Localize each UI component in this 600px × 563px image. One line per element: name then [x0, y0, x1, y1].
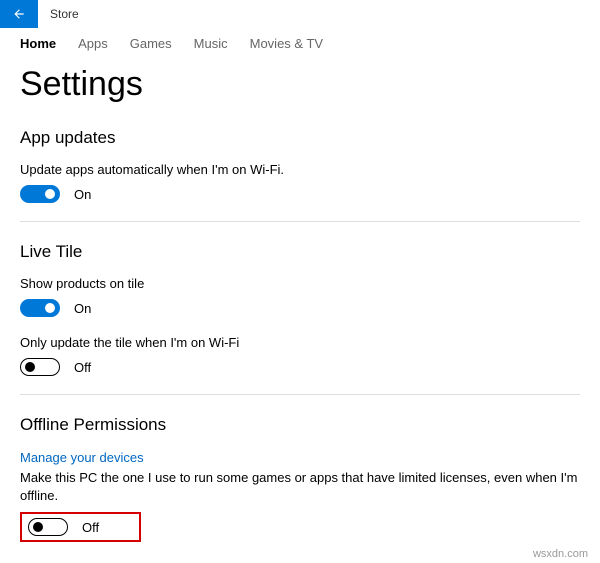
toggle-knob [45, 189, 55, 199]
toggle-show-products[interactable] [20, 299, 60, 317]
divider [20, 394, 580, 395]
toggle-knob [33, 522, 43, 532]
toggle-tile-wifi[interactable] [20, 358, 60, 376]
app-title: Store [50, 7, 79, 21]
toggle-auto-update[interactable] [20, 185, 60, 203]
toggle-row-show-products: On [20, 299, 580, 317]
tab-music[interactable]: Music [194, 36, 228, 51]
toggle-state-show-products: On [74, 301, 91, 316]
offline-description: Make this PC the one I use to run some g… [20, 469, 580, 504]
section-offline-title: Offline Permissions [20, 415, 580, 435]
toggle-row-tile-wifi: Off [20, 358, 580, 376]
toggle-knob [25, 362, 35, 372]
content: Settings App updates Update apps automat… [0, 57, 600, 542]
tab-home[interactable]: Home [20, 36, 56, 51]
section-live-tile-title: Live Tile [20, 242, 580, 262]
tabs: Home Apps Games Music Movies & TV [0, 28, 600, 57]
toggle-state-tile-wifi: Off [74, 360, 91, 375]
label-show-products: Show products on tile [20, 276, 580, 291]
watermark: wsxdn.com [533, 548, 588, 560]
toggle-row-offline: Off [28, 518, 99, 536]
page-title: Settings [20, 65, 580, 104]
tab-movies-tv[interactable]: Movies & TV [250, 36, 323, 51]
toggle-state-auto-update: On [74, 187, 91, 202]
titlebar: Store [0, 0, 600, 28]
toggle-offline[interactable] [28, 518, 68, 536]
link-manage-devices[interactable]: Manage your devices [20, 450, 144, 465]
section-app-updates-title: App updates [20, 128, 580, 148]
back-button[interactable] [0, 0, 38, 28]
label-tile-wifi: Only update the tile when I'm on Wi-Fi [20, 335, 580, 350]
tab-games[interactable]: Games [130, 36, 172, 51]
toggle-row-auto-update: On [20, 185, 580, 203]
highlight-box: Off [20, 512, 141, 542]
tab-apps[interactable]: Apps [78, 36, 108, 51]
back-arrow-icon [12, 7, 26, 21]
label-auto-update: Update apps automatically when I'm on Wi… [20, 162, 580, 177]
divider [20, 221, 580, 222]
toggle-knob [45, 303, 55, 313]
toggle-state-offline: Off [82, 520, 99, 535]
